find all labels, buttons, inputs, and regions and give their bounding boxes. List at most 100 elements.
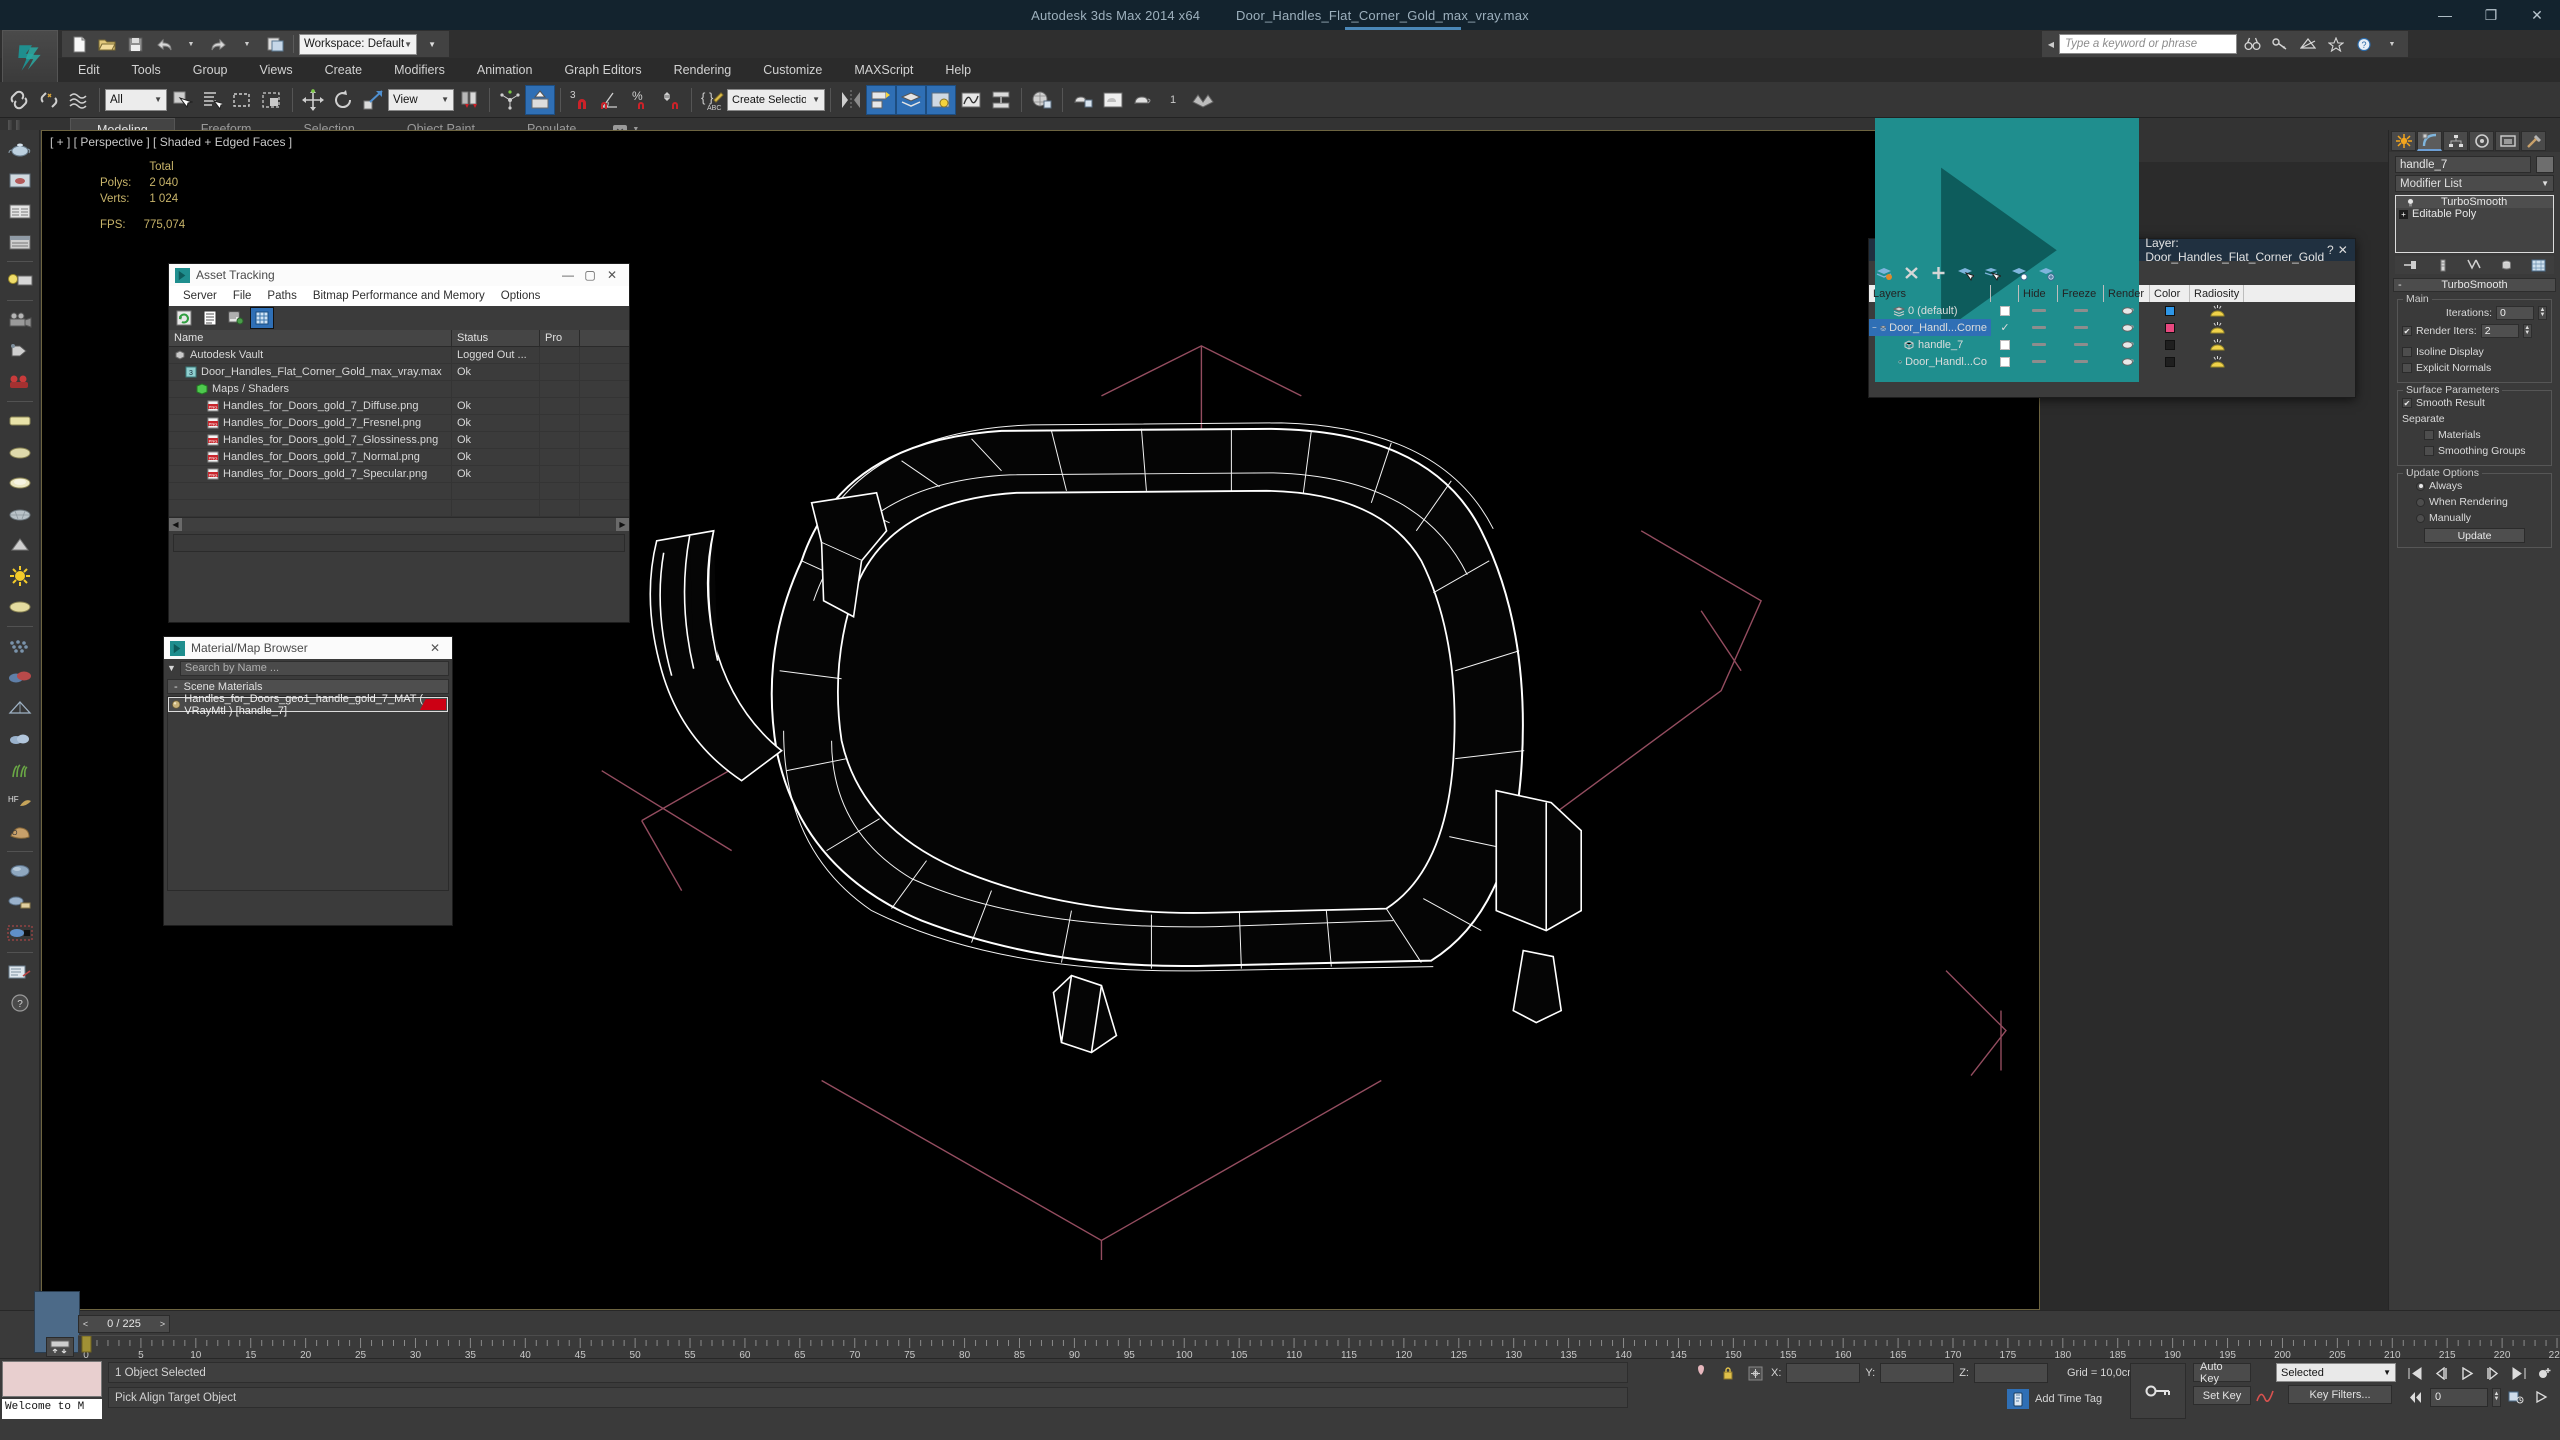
separate-smoothing-groups-checkbox[interactable]	[2424, 446, 2434, 456]
asset-tracking-maximize[interactable]: ▢	[579, 265, 601, 285]
keyword-search-input[interactable]: Type a keyword or phrase	[2059, 34, 2237, 54]
current-frame-input[interactable]: 0	[2430, 1387, 2488, 1407]
hair-fur-icon[interactable]: HF	[5, 786, 35, 816]
table-row[interactable]: PNG Handles_for_Doors_gold_7_Fresnel.png O…	[169, 414, 629, 432]
layer-color-cell[interactable]	[2150, 336, 2190, 353]
layer-color-cell[interactable]	[2150, 302, 2190, 319]
render-iters-spinner[interactable]: ▲ ▼	[2522, 324, 2532, 338]
snaps-3d-icon[interactable]: 3	[566, 85, 596, 115]
layer-col-render[interactable]: Render	[2104, 285, 2150, 302]
update-manually-radio[interactable]	[2416, 513, 2425, 523]
key-filters-button[interactable]: Key Filters...	[2288, 1385, 2392, 1404]
layer-row[interactable]: handle_7	[1869, 336, 2355, 353]
tab-display[interactable]	[2495, 131, 2520, 151]
update-when-rendering-radio[interactable]	[2416, 497, 2425, 507]
select-and-link-icon[interactable]	[4, 85, 34, 115]
percent-snap-toggle-icon[interactable]: %	[626, 85, 656, 115]
modifier-stack-item-turbosmooth[interactable]: TurboSmooth	[2396, 196, 2553, 208]
particle-array-icon[interactable]	[5, 631, 35, 661]
hscroll-right-button[interactable]: ▶	[616, 517, 629, 531]
layer-properties-icon[interactable]	[2035, 263, 2057, 283]
column-pro[interactable]: Pro	[540, 330, 580, 346]
cloth-icon[interactable]: O	[5, 817, 35, 847]
material-sphere-icon[interactable]	[5, 856, 35, 886]
layer-col-hide[interactable]: Hide	[2019, 285, 2058, 302]
asset-menu-options[interactable]: Options	[493, 290, 549, 302]
compound-object-icon[interactable]	[5, 662, 35, 692]
asset-tracking-window[interactable]: Asset Tracking — ▢ ✕ Server File Paths B…	[168, 263, 630, 623]
next-frame-icon[interactable]	[2482, 1363, 2504, 1383]
project-folder-icon[interactable]	[1188, 85, 1218, 115]
table-row[interactable]: PNG Handles_for_Doors_gold_7_Glossiness.p…	[169, 431, 629, 449]
turbosmooth-rollout-header[interactable]: - TurboSmooth	[2393, 278, 2556, 292]
tab-create[interactable]	[2391, 131, 2416, 151]
next-frame-button[interactable]: >	[156, 1316, 169, 1332]
absolute-relative-toggle-icon[interactable]	[1744, 1363, 1766, 1383]
render-iters-checkbox[interactable]: ✔	[2402, 326, 2412, 336]
tab-hierarchy[interactable]	[2443, 131, 2468, 151]
select-and-scale-icon[interactable]	[358, 85, 388, 115]
menu-graph-editors[interactable]: Graph Editors	[548, 58, 657, 82]
prev-frame-button[interactable]: <	[79, 1316, 92, 1332]
window-crossing-toggle-icon[interactable]	[257, 85, 287, 115]
pan-view-play-icon[interactable]	[2531, 1387, 2553, 1407]
menu-maxscript[interactable]: MAXScript	[838, 58, 929, 82]
layer-col-current[interactable]	[1991, 285, 2019, 302]
menu-animation[interactable]: Animation	[461, 58, 549, 82]
column-status[interactable]: Status	[452, 330, 540, 346]
layer-current-cell[interactable]	[1991, 302, 2019, 319]
selection-filter-combo[interactable]: All ▼	[105, 88, 167, 111]
restore-button[interactable]: ❐	[2468, 0, 2514, 30]
asset-tracking-minimize[interactable]: —	[557, 265, 579, 285]
object-name-input[interactable]: handle_7	[2395, 156, 2531, 173]
workspace-selector[interactable]: Workspace: Default ▼	[299, 33, 418, 55]
expand-plus-icon[interactable]: +	[2399, 209, 2408, 219]
layer-name-cell[interactable]: handle_7	[1869, 336, 1991, 353]
table-row[interactable]: Maps / Shaders	[169, 380, 629, 398]
use-pivot-point-center-icon[interactable]	[454, 85, 484, 115]
time-slider[interactable]: < 0 / 225 >	[78, 1315, 170, 1333]
menu-customize[interactable]: Customize	[747, 58, 838, 82]
minimize-button[interactable]: —	[2422, 0, 2468, 30]
layer-name-cell[interactable]: − Door_Handl...Corne	[1869, 319, 1991, 336]
render-setup-icon[interactable]	[1068, 85, 1098, 115]
asset-menu-bitmap-performance[interactable]: Bitmap Performance and Memory	[305, 290, 493, 302]
select-and-move-icon[interactable]	[298, 85, 328, 115]
material-browser-list[interactable]: Handles_for_Doors_geo1_handle_gold_7_MAT…	[167, 693, 449, 891]
layer-current-cell[interactable]	[1991, 353, 2019, 370]
current-layer-checkbox[interactable]	[2000, 305, 2010, 316]
add-time-tag-label[interactable]: Add Time Tag	[2035, 1393, 2102, 1405]
open-file-icon[interactable]	[94, 32, 120, 56]
named-selection-set-combo[interactable]: Create Selection Se▼	[727, 88, 825, 111]
layer-hide-cell[interactable]	[2019, 353, 2058, 370]
layer-color-cell[interactable]	[2150, 319, 2190, 336]
reference-coordinate-combo[interactable]: View ▼	[388, 88, 454, 111]
spinner-snap-toggle-icon[interactable]	[656, 85, 686, 115]
material-map-browser-window[interactable]: Material/Map Browser ✕ ▼ Search by Name …	[163, 636, 453, 926]
table-row[interactable]: PNG Handles_for_Doors_gold_7_Normal.png Ok	[169, 448, 629, 466]
compass-icon[interactable]	[2295, 32, 2321, 56]
helper-icon[interactable]	[5, 693, 35, 723]
layer-freeze-cell[interactable]	[2058, 336, 2104, 353]
hscroll-track[interactable]	[182, 517, 616, 531]
layer-name-cell[interactable]: 0 (default)	[1869, 302, 1991, 319]
menu-rendering[interactable]: Rendering	[658, 58, 748, 82]
asset-grid[interactable]: Name Status Pro Autodesk Vault Logged Out…	[169, 330, 629, 531]
layer-name-cell[interactable]: Door_Handl...Co	[1869, 353, 1991, 370]
help-icon[interactable]: ?	[2351, 32, 2377, 56]
menu-views[interactable]: Views	[243, 58, 308, 82]
layer-current-cell[interactable]	[1991, 336, 2019, 353]
layer-render-cell[interactable]	[2104, 302, 2150, 319]
edit-named-selection-sets-icon[interactable]: { } ABC	[697, 85, 727, 115]
layer-color-swatch[interactable]	[2165, 305, 2175, 316]
undo-dropdown-icon[interactable]: ▼	[178, 32, 204, 56]
cylinder-primitive-icon[interactable]	[5, 468, 35, 498]
remove-modifier-icon[interactable]	[2495, 255, 2517, 275]
snaps-toggle-icon[interactable]	[525, 84, 555, 115]
layer-col-freeze[interactable]: Freeze	[2058, 285, 2104, 302]
save-file-icon[interactable]	[122, 32, 148, 56]
key-mode-toggle-button[interactable]	[2130, 1363, 2186, 1419]
layer-window[interactable]: Layer: Door_Handles_Flat_Corner_Gold ? ✕	[1868, 117, 2356, 398]
layer-window-help[interactable]: ?	[2324, 240, 2336, 260]
menu-create[interactable]: Create	[309, 58, 379, 82]
